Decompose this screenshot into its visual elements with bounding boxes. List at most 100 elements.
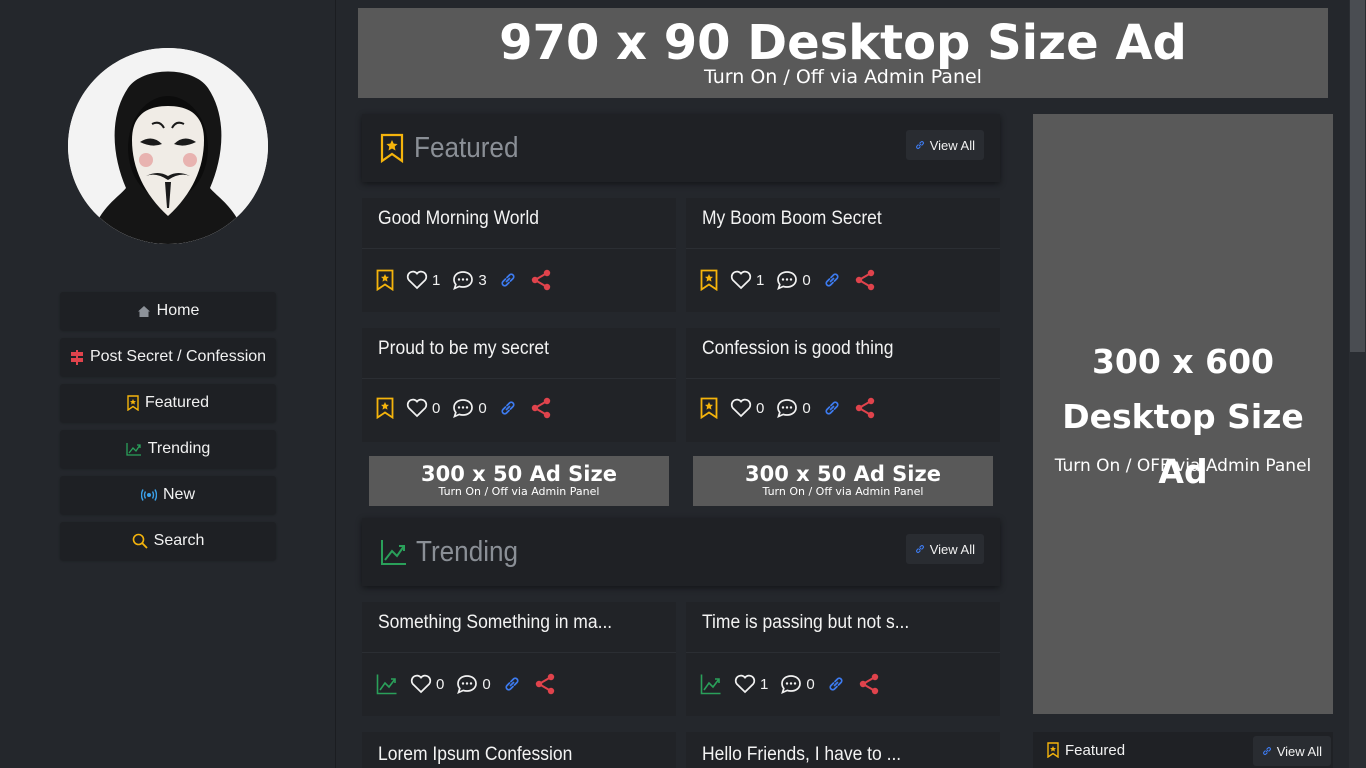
share-icon	[531, 397, 550, 419]
sidebar-item-trending[interactable]: Trending	[60, 430, 276, 468]
featured-section-header: Featured View All	[362, 114, 1000, 182]
like-button[interactable]: 0	[406, 398, 440, 418]
small-ad-right[interactable]: 300 x 50 Ad Size Turn On / Off via Admin…	[693, 456, 993, 506]
post-title[interactable]: Confession is good thing	[702, 338, 893, 360]
like-button[interactable]: 1	[734, 674, 768, 694]
view-all-label: View All	[929, 137, 975, 153]
post-card[interactable]: My Boom Boom Secret 1 0	[686, 198, 1000, 312]
ad-subtitle: Turn On / Off via Admin Panel	[762, 485, 924, 498]
heart-icon	[410, 674, 432, 694]
trending-section-header: Trending View All	[362, 518, 1000, 586]
link-icon	[1262, 747, 1271, 755]
right-skyscraper-ad[interactable]: 300 x 600 Desktop Size Ad Turn On / OFF …	[1033, 114, 1333, 714]
like-button[interactable]: 1	[406, 270, 440, 290]
heart-icon	[730, 398, 752, 418]
like-button[interactable]: 1	[730, 270, 764, 290]
featured-bookmark-button[interactable]	[376, 269, 394, 291]
divider	[362, 652, 676, 653]
scrollbar-thumb[interactable]	[1350, 0, 1365, 352]
home-icon	[137, 305, 150, 317]
copy-link-button[interactable]	[823, 399, 841, 417]
anonymous-mask-avatar-icon	[68, 48, 268, 244]
sidebar-item-new[interactable]: New	[60, 476, 276, 514]
copy-link-button[interactable]	[827, 675, 845, 693]
view-all-right-featured-button[interactable]: View All	[1252, 736, 1331, 766]
small-ad-left[interactable]: 300 x 50 Ad Size Turn On / Off via Admin…	[369, 456, 669, 506]
sidebar-item-label: Home	[156, 302, 200, 319]
view-all-featured-button[interactable]: View All	[905, 130, 984, 160]
comment-icon	[781, 675, 802, 694]
post-card[interactable]: Lorem Ipsum Confession	[362, 732, 676, 768]
copy-link-button[interactable]	[499, 399, 517, 417]
comment-button[interactable]: 3	[452, 270, 487, 290]
featured-bookmark-button[interactable]	[700, 269, 718, 291]
heart-icon	[734, 674, 756, 694]
heart-icon	[406, 270, 428, 290]
post-title[interactable]: Hello Friends, I have to ...	[702, 744, 901, 766]
sidebar-item-post-secret[interactable]: Post Secret / Confession	[60, 338, 276, 376]
copy-link-button[interactable]	[499, 271, 517, 289]
sidebar-item-search[interactable]: Search	[60, 522, 276, 560]
sidebar-nav: Home Post Secret / Confession Featured T…	[60, 292, 276, 568]
link-icon	[501, 273, 515, 287]
share-icon	[855, 397, 874, 419]
featured-bookmark-button[interactable]	[700, 397, 718, 419]
view-all-trending-button[interactable]: View All	[905, 534, 984, 564]
post-title[interactable]: Good Morning World	[378, 208, 539, 230]
post-title[interactable]: My Boom Boom Secret	[702, 208, 882, 230]
like-button[interactable]: 0	[730, 398, 764, 418]
comment-button[interactable]: 0	[780, 674, 815, 694]
heart-icon	[406, 398, 428, 418]
share-button[interactable]	[853, 268, 877, 292]
heart-icon	[730, 270, 752, 290]
trending-marker[interactable]	[376, 673, 398, 695]
link-icon	[915, 141, 924, 149]
comment-button[interactable]: 0	[776, 270, 811, 290]
share-button[interactable]	[533, 672, 557, 696]
divider	[686, 378, 1000, 379]
ad-subtitle: Turn On / Off via Admin Panel	[438, 485, 600, 498]
link-icon	[505, 677, 519, 691]
post-card[interactable]: Confession is good thing 0 0	[686, 328, 1000, 442]
section-title: Featured	[414, 131, 519, 164]
post-title[interactable]: Lorem Ipsum Confession	[378, 744, 572, 766]
post-title[interactable]: Proud to be my secret	[378, 338, 549, 360]
comment-button[interactable]: 0	[456, 674, 491, 694]
post-title[interactable]: Time is passing but not s...	[702, 612, 909, 634]
featured-bookmark-button[interactable]	[376, 397, 394, 419]
comment-button[interactable]: 0	[776, 398, 811, 418]
share-icon	[535, 673, 554, 695]
post-card[interactable]: Proud to be my secret 0 0	[362, 328, 676, 442]
post-card[interactable]: Good Morning World 1 3	[362, 198, 676, 312]
copy-link-button[interactable]	[503, 675, 521, 693]
sidebar-item-home[interactable]: Home	[60, 292, 276, 330]
comment-count: 0	[802, 399, 811, 417]
top-banner-ad[interactable]: 970 x 90 Desktop Size Ad Turn On / Off v…	[358, 8, 1328, 98]
post-title[interactable]: Something Something in ma...	[378, 612, 612, 634]
link-icon	[825, 273, 839, 287]
bookmark-star-icon	[127, 395, 139, 411]
post-card[interactable]: Something Something in ma... 0 0	[362, 602, 676, 716]
avatar	[68, 48, 268, 244]
comment-count: 0	[806, 675, 815, 693]
share-button[interactable]	[529, 396, 553, 420]
comment-icon	[777, 399, 798, 418]
sidebar-item-featured[interactable]: Featured	[60, 384, 276, 422]
comment-count: 0	[482, 675, 491, 693]
copy-link-button[interactable]	[823, 271, 841, 289]
like-count: 1	[760, 675, 769, 693]
share-button[interactable]	[853, 396, 877, 420]
post-card[interactable]: Time is passing but not s... 1 0	[686, 602, 1000, 716]
post-card[interactable]: Hello Friends, I have to ...	[686, 732, 1000, 768]
post-actions: 1 3	[376, 268, 565, 292]
link-icon	[825, 401, 839, 415]
comment-icon	[457, 675, 478, 694]
bookmark-star-icon	[380, 133, 406, 163]
link-icon	[915, 545, 924, 553]
comment-button[interactable]: 0	[452, 398, 487, 418]
share-button[interactable]	[529, 268, 553, 292]
trending-marker[interactable]	[700, 673, 722, 695]
share-button[interactable]	[857, 672, 881, 696]
like-button[interactable]: 0	[410, 674, 444, 694]
like-count: 0	[432, 399, 441, 417]
